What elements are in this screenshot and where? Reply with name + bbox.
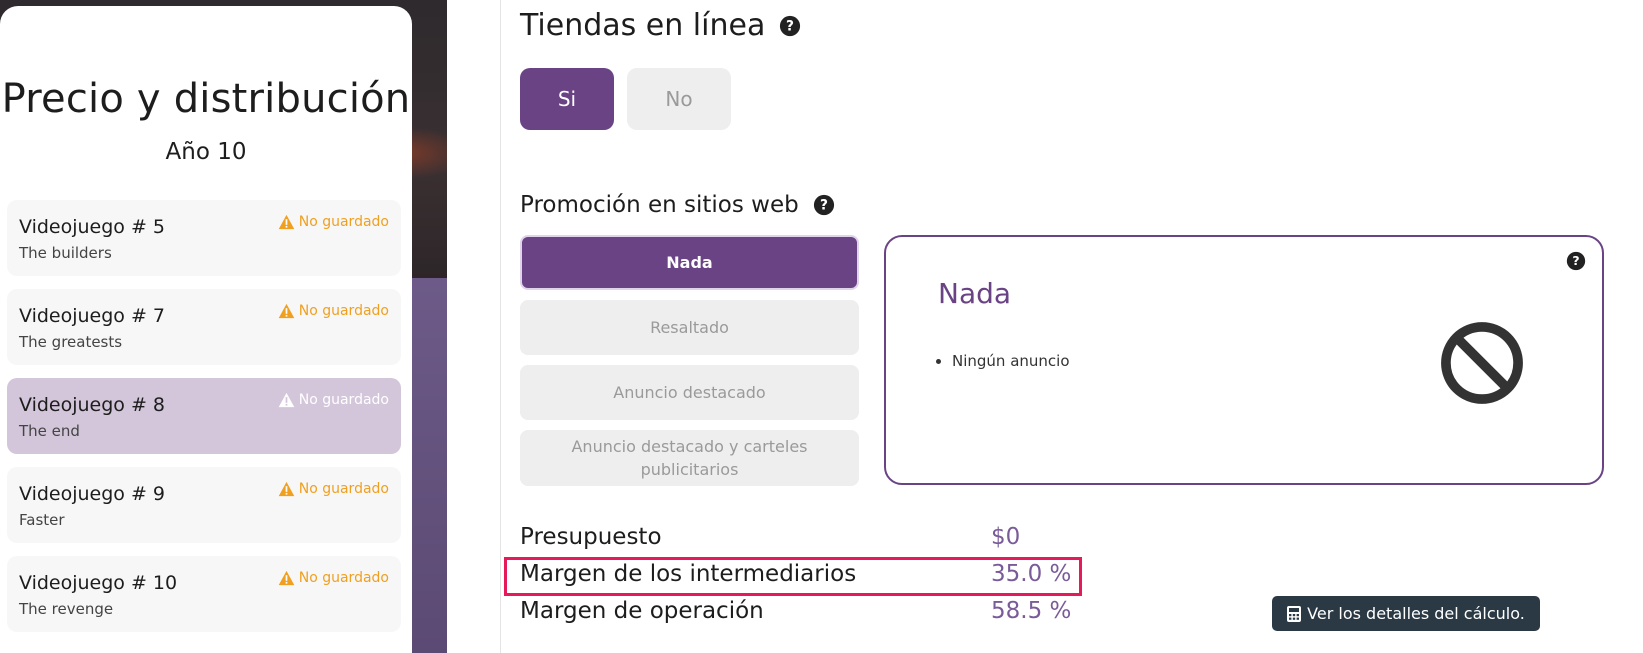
sidebar-card: Precio y distribución Año 10 Videojuego … [0,6,412,653]
sidebar-year: Año 10 [165,139,247,165]
game-subtitle: The revenge [19,600,114,618]
status-text: No guardado [298,303,389,319]
status-text: No guardado [298,392,389,408]
promotion-detail-card: ? Nada Ningún anuncio [884,235,1604,485]
panel-divider [500,0,501,653]
budget-label: Presupuesto [520,524,662,550]
intermediary-margin-label: Margen de los intermediarios [520,561,857,587]
game-name: Videojuego # 7 [19,305,166,327]
game-name: Videojuego # 8 [19,394,166,416]
status-badge: No guardado [278,570,389,586]
promotion-title: Promoción en sitios web [520,192,799,218]
game-name: Videojuego # 9 [19,483,166,505]
ban-icon [1441,322,1523,404]
calculator-icon [1287,605,1302,622]
game-name: Videojuego # 5 [19,216,166,238]
promotion-detail-list: Ningún anuncio [952,352,1070,370]
warning-icon [278,481,295,497]
status-text: No guardado [298,481,389,497]
operation-margin-label: Margen de operación [520,598,764,624]
calculation-details-button[interactable]: Ver los detalles del cálculo. [1272,596,1540,631]
game-item-10[interactable]: Videojuego # 10 The revenge No guardado [7,556,401,632]
online-stores-title: Tiendas en línea [520,8,766,43]
game-item-9[interactable]: Videojuego # 9 Faster No guardado [7,467,401,543]
game-subtitle: The end [19,422,80,440]
question-circle-icon[interactable]: ? [779,15,801,37]
operation-margin-value: 58.5 % [991,598,1072,624]
status-badge: No guardado [278,303,389,319]
sidebar-title: Precio y distribución [1,76,411,122]
game-name: Videojuego # 10 [19,572,178,594]
game-subtitle: Faster [19,511,65,529]
status-text: No guardado [298,570,389,586]
game-subtitle: The greatests [19,333,123,351]
promotion-detail-bullet: Ningún anuncio [952,352,1070,370]
game-item-7[interactable]: Videojuego # 7 The greatests No guardado [7,289,401,365]
status-badge: No guardado [278,392,389,408]
warning-icon [278,570,295,586]
online-stores-no-button[interactable]: No [627,68,731,130]
promotion-option-featured-billboards[interactable]: Anuncio destacado y carteles publicitari… [520,430,859,486]
question-circle-icon[interactable]: ? [1566,251,1586,271]
status-text: No guardado [298,214,389,230]
budget-value: $0 [991,524,1021,550]
svg-text:?: ? [786,18,794,34]
promotion-detail-title: Nada [938,277,1012,310]
intermediary-margin-value: 35.0 % [991,561,1072,587]
warning-icon [278,214,295,230]
promotion-option-none[interactable]: Nada [520,235,859,290]
question-circle-icon[interactable]: ? [813,194,835,216]
warning-icon [278,392,295,408]
promotion-heading: Promoción en sitios web ? [520,192,835,218]
game-item-8[interactable]: Videojuego # 8 The end No guardado [7,378,401,454]
promotion-option-featured[interactable]: Anuncio destacado [520,365,859,420]
online-stores-heading: Tiendas en línea ? [520,8,801,43]
game-subtitle: The builders [19,244,112,262]
warning-icon [278,303,295,319]
status-badge: No guardado [278,214,389,230]
calculation-details-label: Ver los detalles del cálculo. [1307,604,1525,623]
svg-text:?: ? [820,198,828,214]
promotion-option-highlight[interactable]: Resaltado [520,300,859,355]
status-badge: No guardado [278,481,389,497]
game-list: Videojuego # 5 The builders No guardado … [7,200,401,645]
game-item-5[interactable]: Videojuego # 5 The builders No guardado [7,200,401,276]
online-stores-yes-button[interactable]: Si [520,68,614,130]
svg-text:?: ? [1572,253,1579,268]
